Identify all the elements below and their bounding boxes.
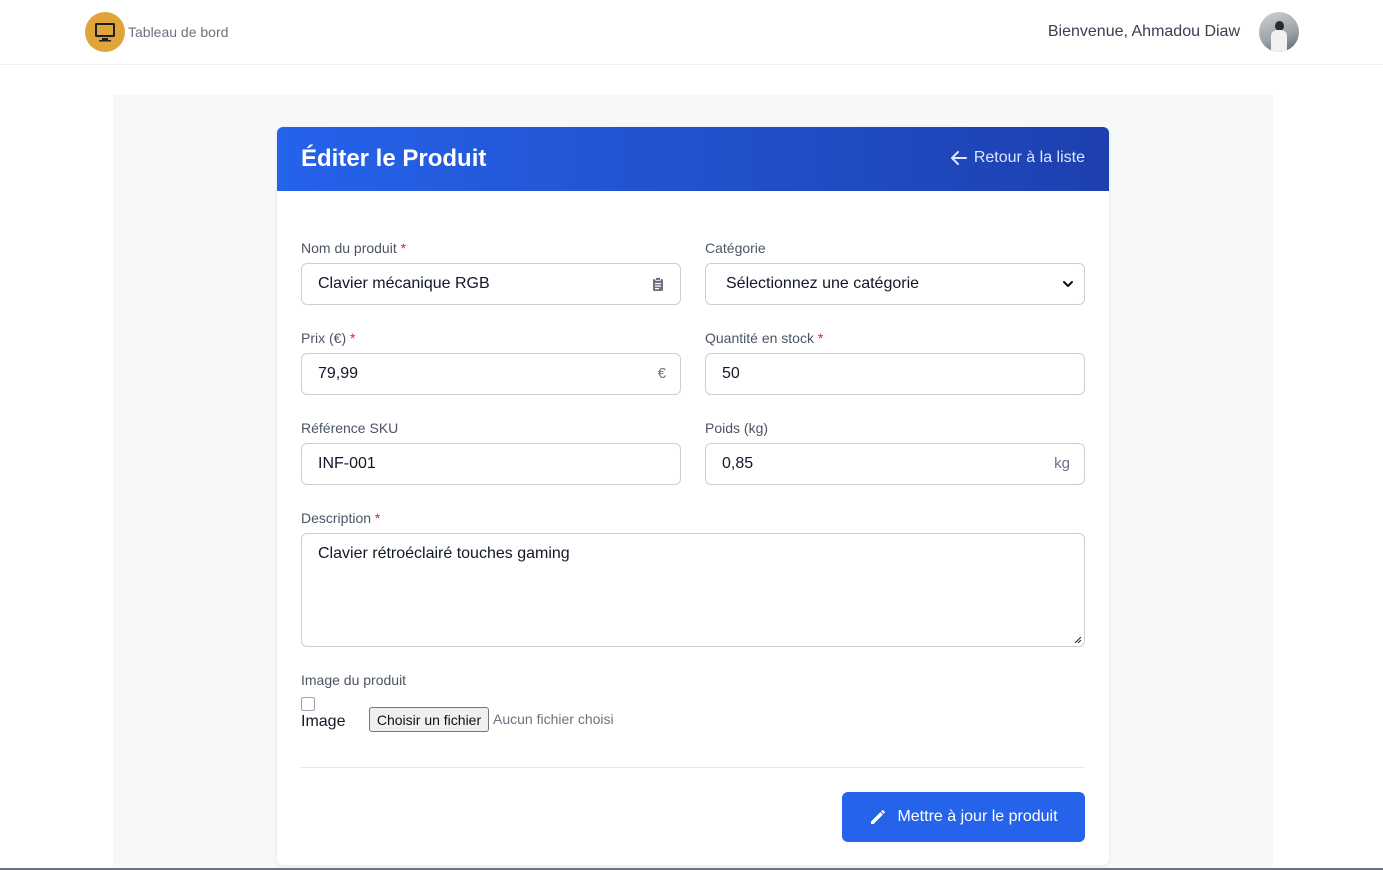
back-to-list-label: Retour à la liste xyxy=(973,149,1085,166)
chevron-down-icon xyxy=(1063,281,1073,287)
sku-label: Référence SKU xyxy=(301,420,399,436)
page-title: Éditer le Produit xyxy=(301,145,487,172)
form-divider xyxy=(301,767,1085,768)
edit-product-card: Éditer le Produit Retour à la liste Nom … xyxy=(277,127,1109,865)
description-textarea[interactable]: Clavier rétroéclairé touches gaming xyxy=(301,533,1085,647)
clipboard-icon xyxy=(653,277,663,291)
product-image-preview: Image xyxy=(301,697,351,743)
stock-quantity-input[interactable]: 50 xyxy=(705,353,1085,395)
stock-label: Quantité en stock * xyxy=(705,330,823,346)
update-product-button[interactable]: Mettre à jour le produit xyxy=(842,792,1085,842)
avatar-body xyxy=(1271,30,1287,52)
description-label-text: Description xyxy=(301,510,372,526)
weight-label: Poids (kg) xyxy=(705,420,769,436)
name-label-text: Nom du produit xyxy=(301,240,397,256)
description-value: Clavier rétroéclairé touches gaming xyxy=(318,545,570,562)
product-name-input[interactable]: Clavier mécanique RGB xyxy=(301,263,681,305)
choose-file-button[interactable]: Choisir un fichier xyxy=(369,707,489,732)
dashboard-link[interactable]: Tableau de bord xyxy=(128,24,228,40)
image-alt-text: Image xyxy=(301,713,346,730)
broken-image-icon xyxy=(301,697,315,711)
euro-suffix: € xyxy=(657,365,666,382)
arrow-left-icon xyxy=(950,151,967,165)
back-to-list-link[interactable]: Retour à la liste xyxy=(950,149,1085,167)
pencil-icon xyxy=(871,810,886,824)
price-label-text: Prix (€) xyxy=(301,330,347,346)
card-header: Éditer le Produit Retour à la liste xyxy=(277,127,1109,191)
update-product-label: Mettre à jour le produit xyxy=(897,808,1058,825)
price-input[interactable]: 79,99 € xyxy=(301,353,681,395)
required-marker: * xyxy=(817,330,824,346)
top-navbar: Tableau de bord Bienvenue, Ahmadou Diaw xyxy=(0,0,1383,65)
weight-value: 0,85 xyxy=(722,455,754,472)
weight-input[interactable]: 0,85 kg xyxy=(705,443,1085,485)
required-marker: * xyxy=(374,510,381,526)
required-marker: * xyxy=(400,240,407,256)
file-status-text: Aucun fichier choisi xyxy=(493,711,614,727)
price-label: Prix (€) * xyxy=(301,330,355,346)
category-select[interactable]: Sélectionnez une catégorie xyxy=(705,263,1085,305)
stock-value: 50 xyxy=(722,365,740,382)
sku-input[interactable]: INF-001 xyxy=(301,443,681,485)
name-label: Nom du produit * xyxy=(301,240,406,256)
sku-value: INF-001 xyxy=(318,455,376,472)
price-value: 79,99 xyxy=(318,365,359,382)
required-marker: * xyxy=(350,330,356,346)
resize-handle-icon[interactable] xyxy=(1072,634,1082,644)
kg-suffix: kg xyxy=(1054,455,1070,472)
monitor-icon xyxy=(95,23,115,42)
category-selected-value: Sélectionnez une catégorie xyxy=(726,275,920,292)
image-label: Image du produit xyxy=(301,672,407,688)
stock-label-text: Quantité en stock xyxy=(705,330,814,346)
welcome-text: Bienvenue, Ahmadou Diaw xyxy=(1047,23,1240,40)
category-label: Catégorie xyxy=(705,240,766,256)
logo[interactable] xyxy=(85,12,125,52)
product-name-value: Clavier mécanique RGB xyxy=(318,275,490,292)
user-avatar[interactable] xyxy=(1259,12,1299,52)
description-label: Description * xyxy=(301,510,380,526)
